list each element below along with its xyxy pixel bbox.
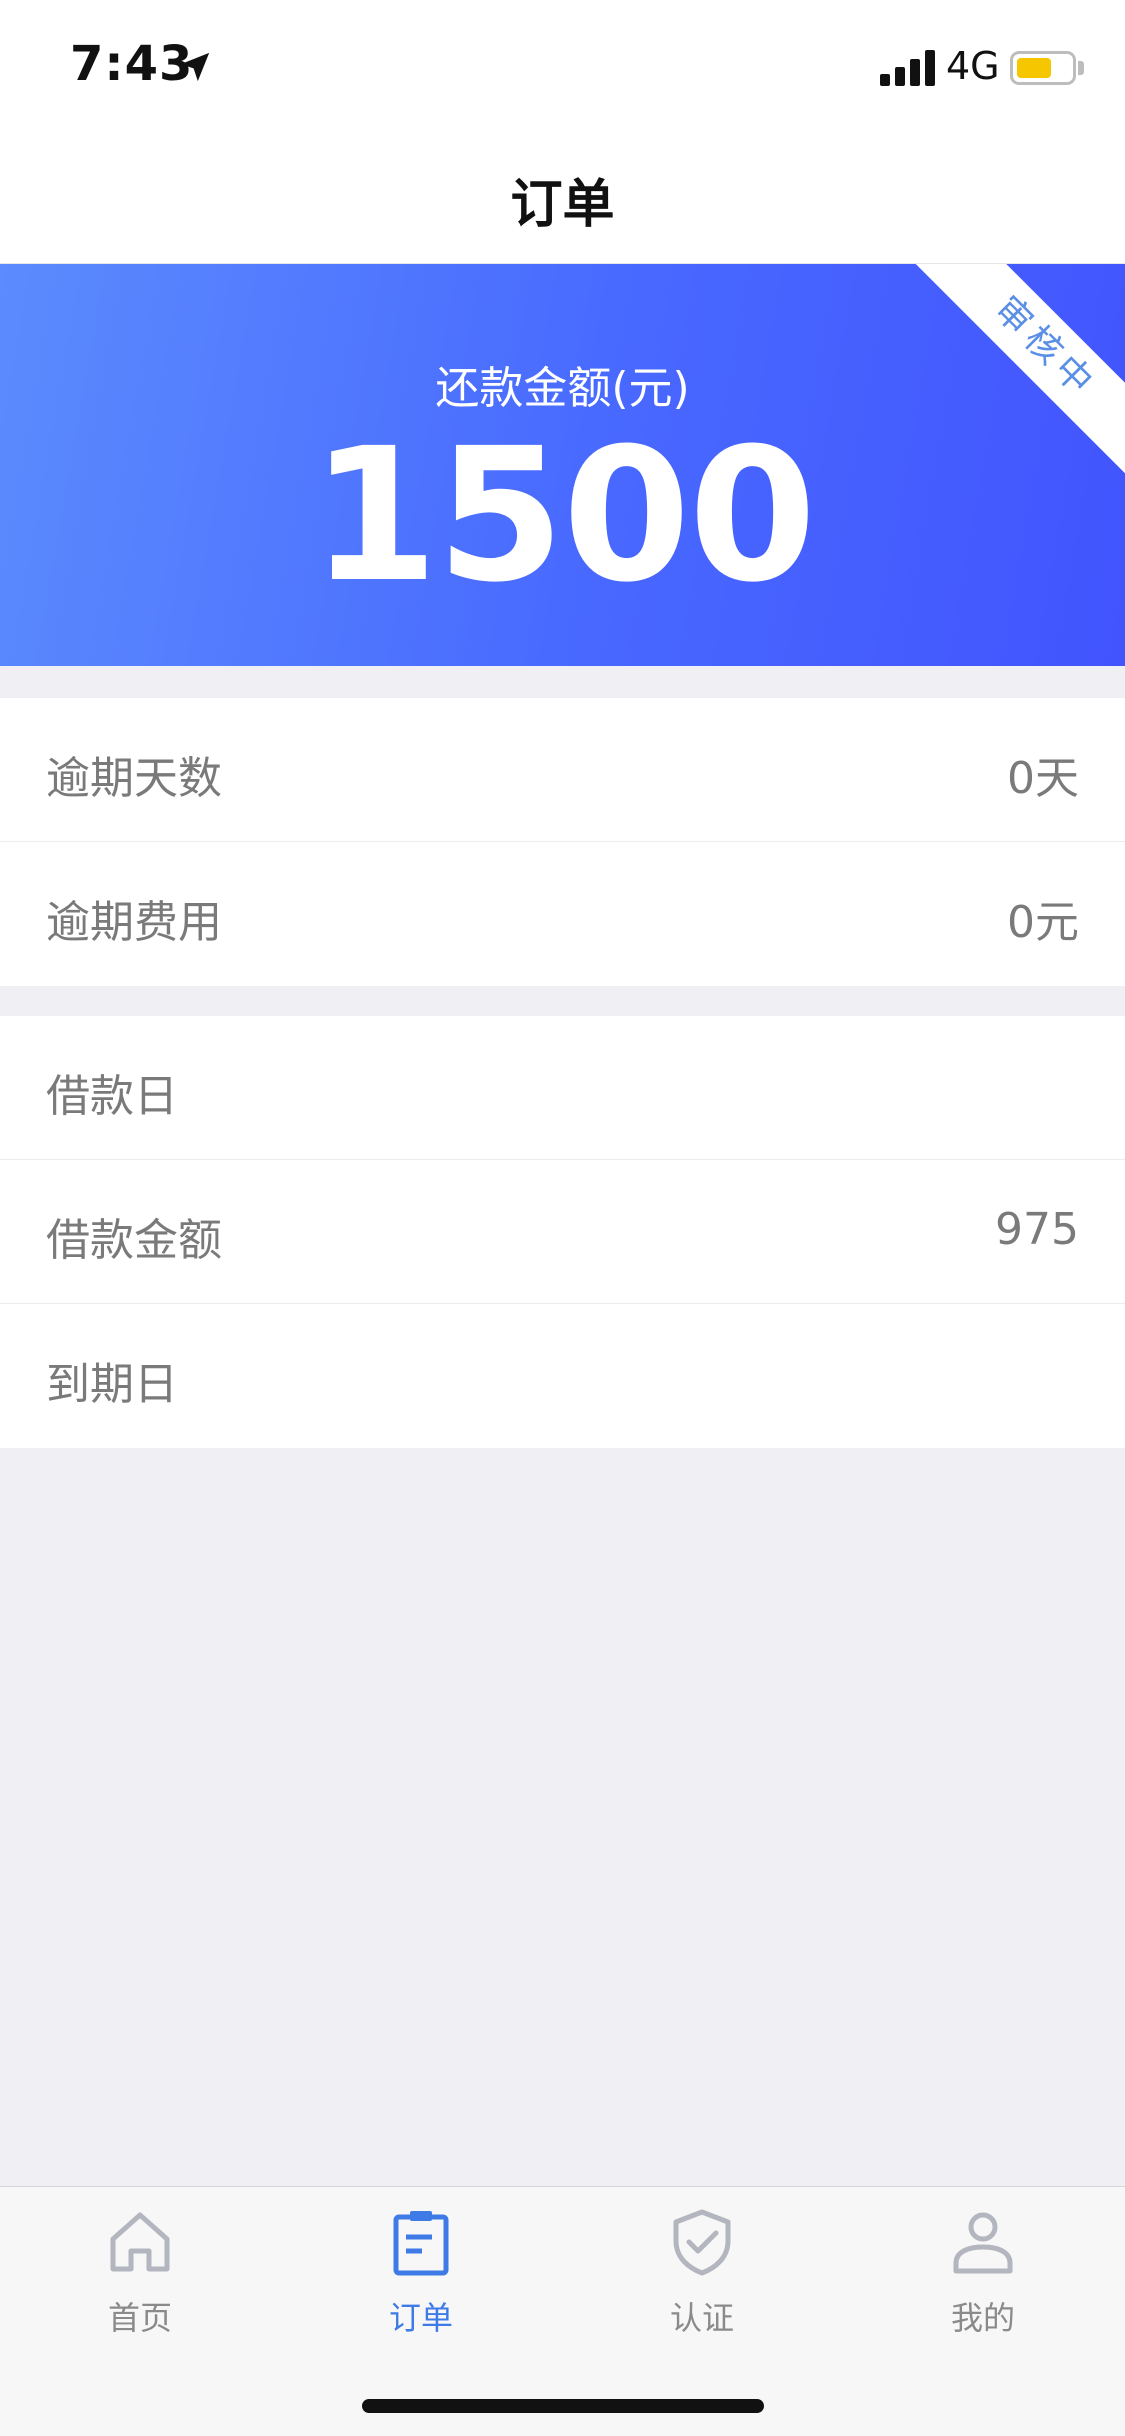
tab-mine-label: 我的 (950, 2299, 1015, 2337)
overdue-days-value: 0天 (1007, 753, 1079, 804)
tab-verify-label: 认证 (669, 2299, 734, 2337)
list-item: 逾期费用 0元 (0, 842, 1125, 986)
nav-bar: 订单 (0, 132, 1125, 264)
status-bar: 7:43 4G (0, 0, 1125, 132)
tab-orders[interactable]: 订单 (321, 2207, 521, 2357)
repayment-amount: 1500 (310, 409, 816, 623)
battery-icon (1010, 51, 1076, 85)
page-title: 订单 (510, 175, 615, 235)
tab-verify[interactable]: 认证 (602, 2207, 802, 2357)
network-type: 4G (946, 44, 1000, 88)
order-clipboard-icon (393, 2211, 449, 2276)
battery-level (1017, 58, 1051, 78)
overdue-fee-value: 0元 (1007, 897, 1079, 948)
overdue-days-label: 逾期天数 (46, 753, 222, 804)
tab-home[interactable]: 首页 (40, 2207, 240, 2357)
list-item: 借款金额 975 (0, 1160, 1125, 1304)
tab-mine[interactable]: 我的 (883, 2207, 1083, 2357)
home-indicator (362, 2399, 764, 2413)
list-item: 到期日 (0, 1304, 1125, 1448)
repayment-card: 还款金额(元) 1500 审核中 (0, 264, 1125, 666)
tab-orders-label: 订单 (388, 2299, 453, 2337)
loan-amount-label: 借款金额 (46, 1215, 222, 1266)
tab-home-label: 首页 (107, 2299, 172, 2337)
due-date-label: 到期日 (46, 1359, 178, 1410)
overdue-fee-label: 逾期费用 (46, 897, 222, 948)
location-arrow-icon (180, 52, 210, 82)
status-time: 7:43 (70, 36, 194, 92)
loan-amount-value: 975 (995, 1204, 1079, 1255)
loan-date-label: 借款日 (46, 1071, 178, 1122)
signal-icon (880, 50, 935, 86)
home-icon (110, 2212, 170, 2272)
loan-section: 借款日 借款金额 975 到期日 (0, 1016, 1125, 1448)
repayment-label: 还款金额(元) (435, 363, 690, 414)
list-item: 逾期天数 0天 (0, 698, 1125, 842)
overdue-section: 逾期天数 0天 逾期费用 0元 (0, 698, 1125, 986)
user-icon (953, 2212, 1013, 2274)
list-item: 借款日 (0, 1016, 1125, 1160)
battery-tip (1078, 61, 1084, 75)
shield-check-icon (673, 2209, 731, 2276)
